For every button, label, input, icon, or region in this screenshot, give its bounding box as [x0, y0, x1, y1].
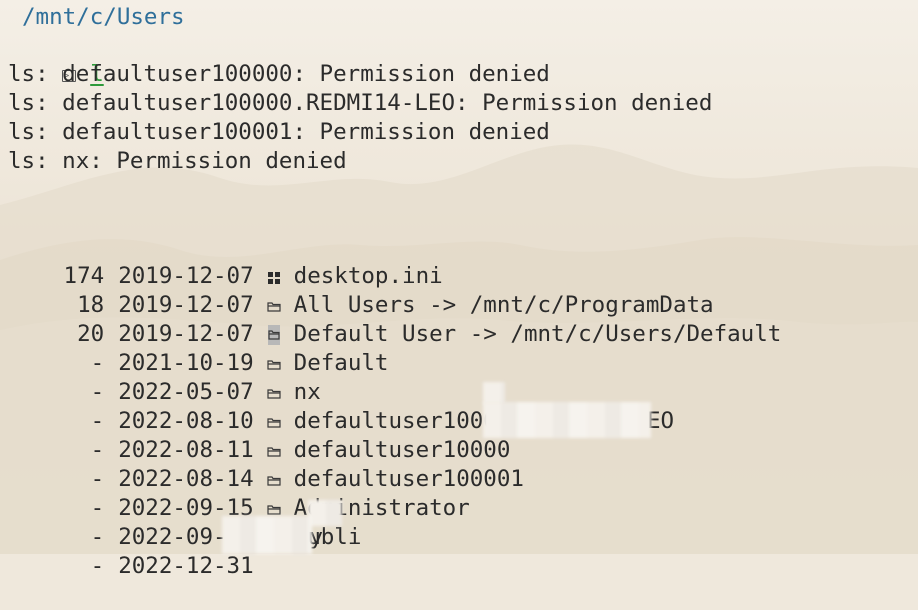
current-directory: /mnt/c/Users — [22, 4, 185, 30]
list-item: -2022-08-11 defaultuser10000 — [8, 407, 511, 463]
error-line: ls: defaultuser100000.REDMI14-LEO: Permi… — [8, 90, 713, 116]
error-line: ls: defaultuser100001: Permission denied — [8, 119, 550, 145]
error-line: ls: defaultuser100000: Permission denied — [8, 61, 550, 87]
entry-date: 2022-12-31 — [118, 553, 254, 579]
entry-name-suffix: EO — [647, 408, 675, 434]
list-item: 174 2019-12-07 desktop.ini — [8, 233, 443, 289]
terminal-window[interactable]: /mnt/c/Users l ls: defaultuser100000: Pe… — [0, 0, 918, 579]
list-item: 18 2019-12-07 All Users -> /mnt/c/ProgramD… — [8, 262, 714, 318]
list-item: -2022-08-14 defaultuser100001 — [8, 436, 524, 492]
list-item: -2022-08-10 defaultuser100000 — [8, 378, 524, 434]
list-item: -2022-09-15 Administrator — [8, 465, 470, 521]
list-item: 20 2019-12-07 Default User -> /mnt/c/Users… — [8, 291, 781, 347]
list-item: -2022-12-31 — [8, 523, 254, 579]
redaction-blur — [483, 382, 505, 404]
error-line: ls: nx: Permission denied — [8, 148, 347, 174]
redaction-blur — [483, 402, 651, 438]
list-item: -2021-10-19 Default — [8, 320, 389, 376]
entry-size: - — [90, 553, 105, 579]
redaction-blur — [308, 500, 342, 526]
redaction-blur — [222, 516, 312, 554]
list-item: -2022-05-07 nx — [8, 349, 321, 405]
prompt-line: l — [8, 31, 104, 87]
